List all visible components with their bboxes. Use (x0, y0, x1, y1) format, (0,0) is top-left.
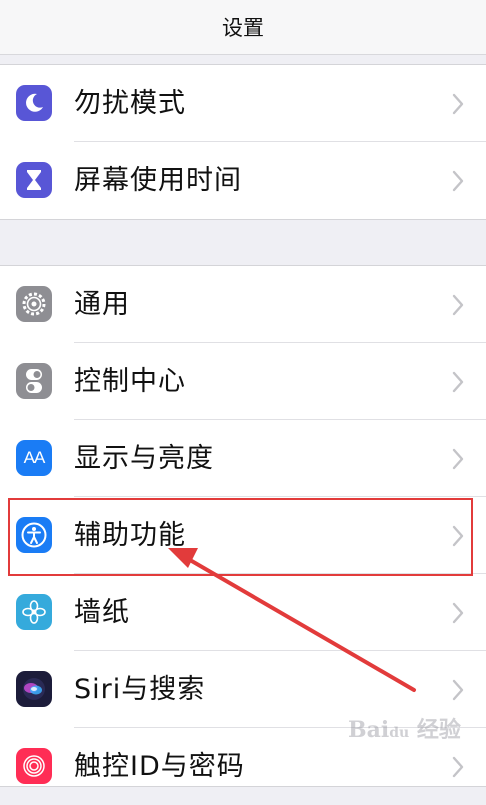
settings-row-control-center[interactable]: 控制中心 (0, 343, 486, 420)
navigation-bar: 设置 (0, 0, 486, 55)
hourglass-icon (16, 162, 52, 198)
moon-icon (16, 85, 52, 121)
chevron-right-icon (452, 93, 464, 115)
settings-row-label: Siri与搜索 (74, 674, 206, 705)
chevron-right-icon (452, 602, 464, 624)
settings-row-label: 通用 (74, 289, 130, 320)
chevron-right-icon (452, 371, 464, 393)
settings-row-general[interactable]: 通用 (0, 266, 486, 343)
accessibility-icon (16, 517, 52, 553)
chevron-right-icon (452, 294, 464, 316)
flower-icon (16, 594, 52, 630)
settings-row-label: 显示与亮度 (74, 443, 214, 474)
siri-icon (16, 671, 52, 707)
text-size-icon: AA (16, 440, 52, 476)
toggles-icon (16, 363, 52, 399)
chevron-right-icon (452, 679, 464, 701)
chevron-right-icon (452, 525, 464, 547)
gear-icon (16, 286, 52, 322)
settings-row-accessibility[interactable]: 辅助功能 (0, 497, 486, 574)
settings-row-label: 勿扰模式 (74, 88, 186, 119)
settings-row-do-not-disturb[interactable]: 勿扰模式 (0, 65, 486, 142)
settings-row-label: 控制中心 (74, 366, 186, 397)
settings-row-display-brightness[interactable]: AA 显示与亮度 (0, 420, 486, 497)
chevron-right-icon (452, 170, 464, 192)
watermark-logo: Baidu 经验 (348, 717, 461, 743)
settings-row-label: 屏幕使用时间 (74, 165, 242, 196)
settings-row-screen-time[interactable]: 屏幕使用时间 (0, 142, 486, 219)
settings-group-general: 通用 控制中心 AA 显示与亮度 辅助功能 墙纸 Siri与搜索 触控ID与密码 (0, 265, 486, 787)
chevron-right-icon (452, 756, 464, 778)
settings-row-wallpaper[interactable]: 墙纸 (0, 574, 486, 651)
page-title: 设置 (222, 16, 264, 40)
fingerprint-icon (16, 748, 52, 784)
settings-group-focus: 勿扰模式 屏幕使用时间 (0, 64, 486, 220)
settings-row-label: 墙纸 (74, 597, 130, 628)
settings-row-label: 辅助功能 (74, 520, 186, 551)
chevron-right-icon (452, 448, 464, 470)
